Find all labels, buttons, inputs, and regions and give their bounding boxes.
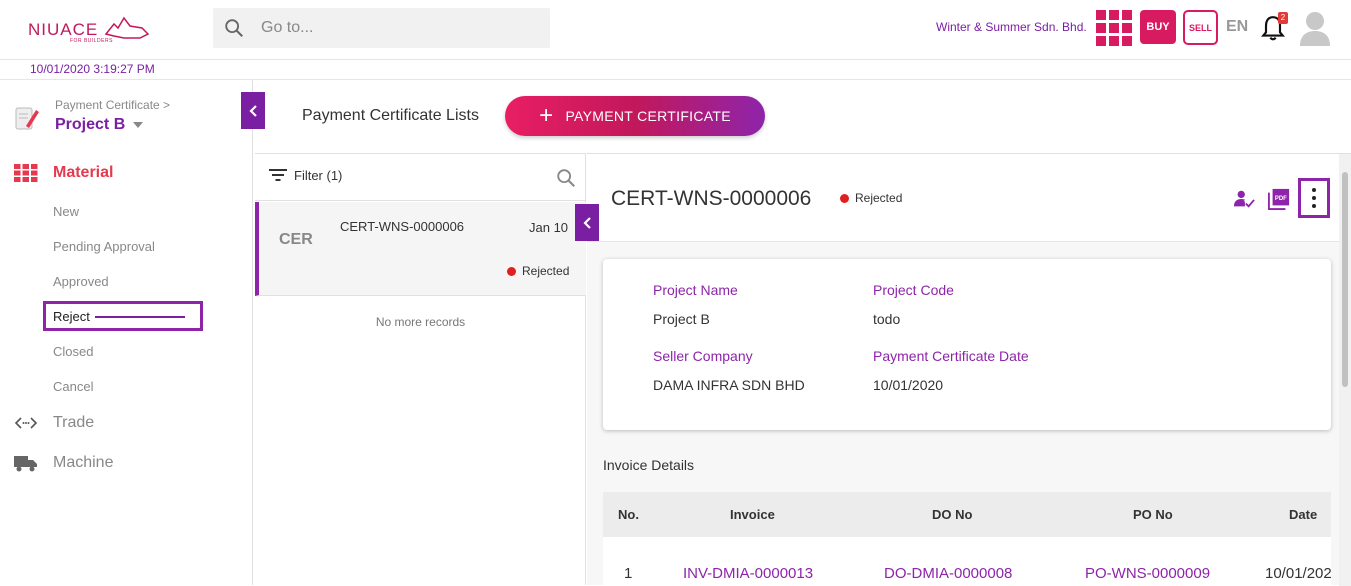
document-edit-icon (15, 107, 39, 130)
list-item-abbr: CER (279, 231, 313, 248)
logo[interactable]: NIUACE FOR BUILDERS (28, 14, 153, 46)
sidebar-section-label: Machine (53, 454, 114, 471)
certificate-title: CERT-WNS-0000006 (611, 187, 812, 210)
project-code-label: Project Code (873, 282, 954, 298)
filter-row: Filter (1) (255, 154, 586, 201)
sidebar-item-new[interactable]: New (53, 204, 79, 219)
list-collapse-button[interactable] (575, 204, 599, 241)
add-button-label: PAYMENT CERTIFICATE (565, 108, 731, 124)
po-link[interactable]: PO-WNS-0000009 (1085, 565, 1210, 582)
logo-animal-icon (104, 16, 150, 39)
sidebar-collapse-button[interactable] (241, 92, 265, 129)
column-header: Date (1289, 507, 1318, 522)
notification-badge: 2 (1278, 12, 1288, 24)
column-header: No. (618, 507, 639, 522)
invoice-link[interactable]: INV-DMIA-0000013 (683, 565, 813, 582)
row-date: 10/01/2020 (1265, 565, 1331, 582)
project-name: Project B (55, 116, 126, 133)
plus-icon: + (539, 102, 554, 129)
trade-arrows-icon (14, 417, 38, 429)
more-vertical-icon (1312, 186, 1316, 210)
sidebar-item-approved[interactable]: Approved (53, 274, 109, 289)
sidebar-section-material[interactable]: Material (14, 164, 113, 182)
list-item-date: Jan 10 (529, 220, 569, 235)
certificate-list-panel: Filter (1) CER CERT-WNS-0000006 Jan 10 R… (255, 153, 586, 585)
row-number: 1 (624, 565, 633, 582)
detail-header: CERT-WNS-0000006 Rejected PDF (587, 154, 1339, 242)
sidebar-section-label: Material (53, 164, 114, 181)
truck-icon (14, 456, 37, 472)
filter-button[interactable]: Filter (1) (294, 168, 342, 183)
sidebar: Payment Certificate > Project B Material… (0, 80, 253, 585)
certificate-date-label: Payment Certificate Date (873, 348, 1029, 364)
status-badge: Rejected (507, 264, 569, 278)
sidebar-item-cancel[interactable]: Cancel (53, 379, 93, 394)
invoice-details-title: Invoice Details (603, 457, 695, 473)
search-placeholder: Go to... (261, 19, 314, 36)
more-options-button[interactable] (1298, 178, 1330, 218)
pdf-icon[interactable]: PDF (1268, 188, 1290, 210)
project-code-value: todo (873, 311, 901, 327)
logo-text: NIUACE (28, 20, 99, 39)
project-name-value: Project B (653, 311, 710, 327)
top-bar: NIUACE FOR BUILDERS Go to... Winter & Su… (0, 0, 1351, 60)
project-selector[interactable]: Project B (55, 116, 144, 134)
certificate-detail-panel: CERT-WNS-0000006 Rejected PDF Project Na… (587, 153, 1351, 586)
seller-company-value: DAMA INFRA SDN BHD (653, 377, 805, 393)
status-text: Rejected (522, 264, 570, 278)
status-text: Rejected (855, 191, 903, 205)
language-switch[interactable]: EN (1226, 18, 1248, 36)
status-dot-icon (507, 266, 516, 276)
table-header: No. Invoice DO No PO No Date (603, 492, 1331, 537)
column-header: DO No (932, 507, 973, 522)
current-datetime: 10/01/2020 3:19:27 PM (30, 62, 155, 76)
buy-button[interactable]: BUY (1140, 10, 1176, 44)
do-link[interactable]: DO-DMIA-0000008 (884, 565, 1012, 582)
avatar[interactable] (1298, 8, 1332, 48)
project-info-card: Project Name Project B Project Code todo… (603, 259, 1331, 430)
page-title: Payment Certificate Lists (302, 107, 479, 124)
status-badge: Rejected (840, 191, 902, 205)
sidebar-section-trade[interactable]: Trade (14, 414, 94, 432)
sidebar-item-pending-approval[interactable]: Pending Approval (53, 239, 155, 254)
chevron-left-icon (249, 104, 257, 117)
scrollbar[interactable] (1339, 154, 1351, 586)
material-grid-icon (14, 164, 38, 182)
column-header: Invoice (730, 507, 775, 522)
company-name[interactable]: Winter & Summer Sdn. Bhd. (936, 20, 1087, 34)
add-payment-certificate-button[interactable]: + PAYMENT CERTIFICATE (505, 96, 765, 136)
search-icon (225, 19, 243, 37)
reject-underline (95, 316, 185, 318)
no-more-records: No more records (375, 315, 466, 329)
status-dot-icon (840, 193, 849, 203)
sidebar-section-machine[interactable]: Machine (14, 454, 113, 472)
search-bar[interactable]: Go to... (213, 8, 550, 48)
user-approve-icon[interactable] (1233, 188, 1255, 210)
svg-text:PDF: PDF (1275, 196, 1287, 202)
sidebar-section-label: Trade (53, 414, 95, 431)
invoice-table: No. Invoice DO No PO No Date 1 INV-DMIA-… (603, 492, 1331, 586)
certificate-date-value: 10/01/2020 (873, 377, 944, 393)
sell-button[interactable]: SELL (1183, 10, 1218, 45)
scrollbar-thumb[interactable] (1342, 172, 1348, 387)
sidebar-item-closed[interactable]: Closed (53, 344, 93, 359)
filter-icon[interactable] (269, 168, 287, 182)
search-icon[interactable] (555, 167, 577, 189)
list-item[interactable]: CER CERT-WNS-0000006 Jan 10 Rejected (255, 202, 586, 296)
project-name-label: Project Name (653, 282, 738, 298)
seller-company-label: Seller Company (653, 348, 753, 364)
breadcrumb[interactable]: Payment Certificate > (55, 98, 170, 112)
chevron-down-icon (133, 122, 144, 128)
column-header: PO No (1133, 507, 1173, 522)
chevron-left-icon (583, 216, 591, 229)
apps-grid-icon[interactable] (1096, 10, 1132, 46)
list-item-code: CERT-WNS-0000006 (340, 219, 465, 234)
